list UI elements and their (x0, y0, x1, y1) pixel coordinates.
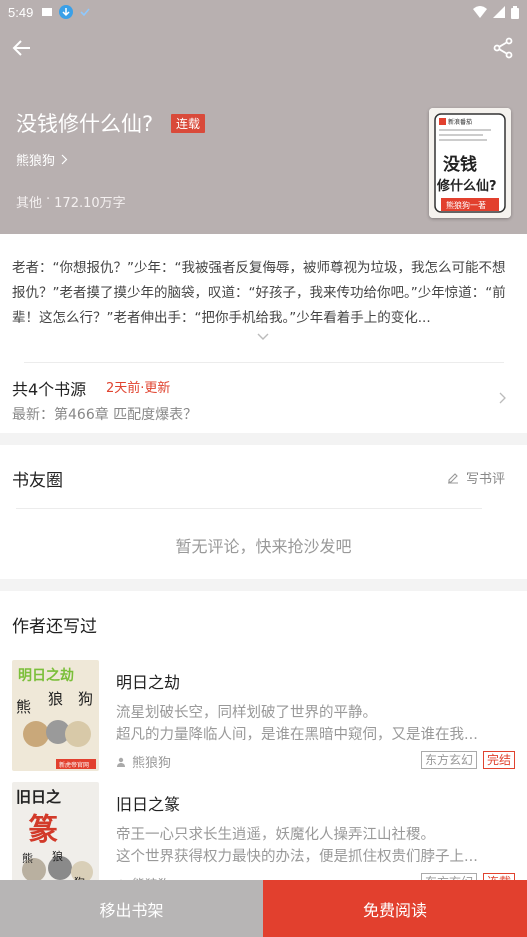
remove-from-shelf-button[interactable]: 移出书架 (0, 880, 263, 937)
other-book-author: 熊狼狗 (116, 752, 171, 771)
expand-chevron-icon[interactable] (255, 330, 271, 342)
cover-title: 旧日之 (16, 788, 61, 806)
book-meta: 其他 · 172.10万字 (16, 192, 126, 211)
chevron-right-icon (61, 154, 68, 165)
meta-separator: · (46, 192, 51, 207)
download-icon (59, 5, 74, 19)
desc-line: 这个世界获得权力最快的办法，便是抓住权贵们脖子上... (116, 849, 478, 865)
cover-char: 熊 (16, 698, 31, 716)
cover-char: 狼 (52, 849, 63, 863)
divider (16, 508, 482, 509)
notification-icon (42, 8, 53, 16)
community-title: 书友圈 (12, 471, 63, 491)
chevron-right-icon (499, 392, 506, 404)
section-gap (0, 433, 527, 445)
section-gap (0, 579, 527, 591)
cover-char: 篆 (28, 813, 58, 848)
serial-status-badge: 连载 (171, 114, 206, 133)
status-time: 5:49 (8, 4, 34, 20)
other-books-title: 作者还写过 (12, 617, 97, 637)
cover-char: 狗 (78, 690, 93, 708)
bottom-action-bar: 移出书架 免费阅读 (0, 880, 527, 937)
other-book-name: 旧日之篆 (116, 795, 181, 814)
other-book-cover: 旧日之 篆 熊 狼 狗 (12, 782, 99, 893)
cover-char: 狼 (48, 690, 63, 708)
source-count: 共4个书源 (12, 380, 87, 399)
book-cover-art: 新浪番茄 没钱 修什么仙? 熊狼狗一著 (429, 108, 511, 218)
divider (24, 362, 504, 363)
empty-comments-text: 暂无评论，快来抢沙发吧 (175, 537, 352, 556)
cover-title: 明日之劫 (18, 667, 74, 684)
status-tag: 完结 (482, 751, 515, 769)
other-book-desc: 帝王一心只求长生逍遥，妖魔化人操弄江山社稷。 这个世界获得权力最快的办法，便是抓… (116, 824, 512, 868)
top-bar (0, 24, 527, 72)
cover-badge: 新虎帝官网 (59, 761, 89, 769)
genre-tag: 东方玄幻 (420, 751, 477, 769)
book-title: 没钱修什么仙? (16, 112, 154, 136)
write-review-label: 写书评 (465, 472, 505, 487)
back-arrow-icon[interactable] (10, 36, 34, 60)
book-cover[interactable]: 新浪番茄 没钱 修什么仙? 熊狼狗一著 (429, 108, 511, 218)
author-link[interactable]: 熊狼狗 (16, 150, 68, 169)
other-book-item[interactable]: 旧日之 篆 熊 狼 狗 旧日之篆 帝王一心只求长生逍遥，妖魔化人操弄江山社稷。 … (12, 782, 515, 894)
desc-line: 超凡的力量降临人间，是谁在黑暗中窥伺，又是谁在我... (116, 727, 478, 743)
status-bar: 5:49 (0, 0, 527, 24)
cover-title-line2: 修什么仙? (436, 178, 497, 194)
signal-icon (493, 6, 505, 18)
desc-line: 流星划破长空，同样划破了世界的平静。 (116, 705, 377, 721)
book-sources-row[interactable]: 共4个书源 2天前·更新 最新：第466章 匹配度爆表？ (0, 364, 527, 432)
cover-char: 熊 (22, 851, 33, 865)
cover-author-banner: 熊狼狗一著 (446, 200, 486, 210)
desc-line: 帝王一心只求长生逍遥，妖魔化人操弄江山社稷。 (116, 827, 435, 843)
book-word-count: 172.10万字 (54, 196, 126, 211)
edit-icon (447, 472, 458, 484)
cover-publisher: 新浪番茄 (448, 118, 472, 126)
book-category: 其他 (16, 196, 43, 211)
share-icon[interactable] (491, 36, 515, 60)
source-updated: 2天前·更新 (106, 381, 171, 396)
author-name: 熊狼狗 (132, 756, 172, 771)
author-name: 熊狼狗 (16, 154, 56, 169)
other-book-item[interactable]: 明日之劫 熊 狼 狗 新虎帝官网 明日之劫 流星划破长空，同样划破了世界的平静。… (12, 660, 515, 772)
battery-icon (511, 5, 519, 19)
other-book-name: 明日之劫 (116, 673, 181, 692)
person-icon (117, 757, 125, 767)
latest-chapter: 最新：第466章 匹配度爆表？ (12, 407, 198, 423)
wifi-icon (473, 6, 487, 18)
other-book-desc: 流星划破长空，同样划破了世界的平静。 超凡的力量降临人间，是谁在黑暗中窥伺，又是… (116, 702, 512, 746)
cover-title-line1: 没钱 (443, 154, 477, 175)
check-icon (80, 8, 90, 17)
write-review-button[interactable]: 写书评 (446, 468, 505, 487)
free-read-button[interactable]: 免费阅读 (263, 880, 527, 937)
book-intro: 老者：“你想报仇？”少年：“我被强者反复侮辱，被师尊视为垃圾，我怎么可能不想报仇… (12, 260, 506, 326)
other-book-cover: 明日之劫 熊 狼 狗 新虎帝官网 (12, 660, 99, 771)
